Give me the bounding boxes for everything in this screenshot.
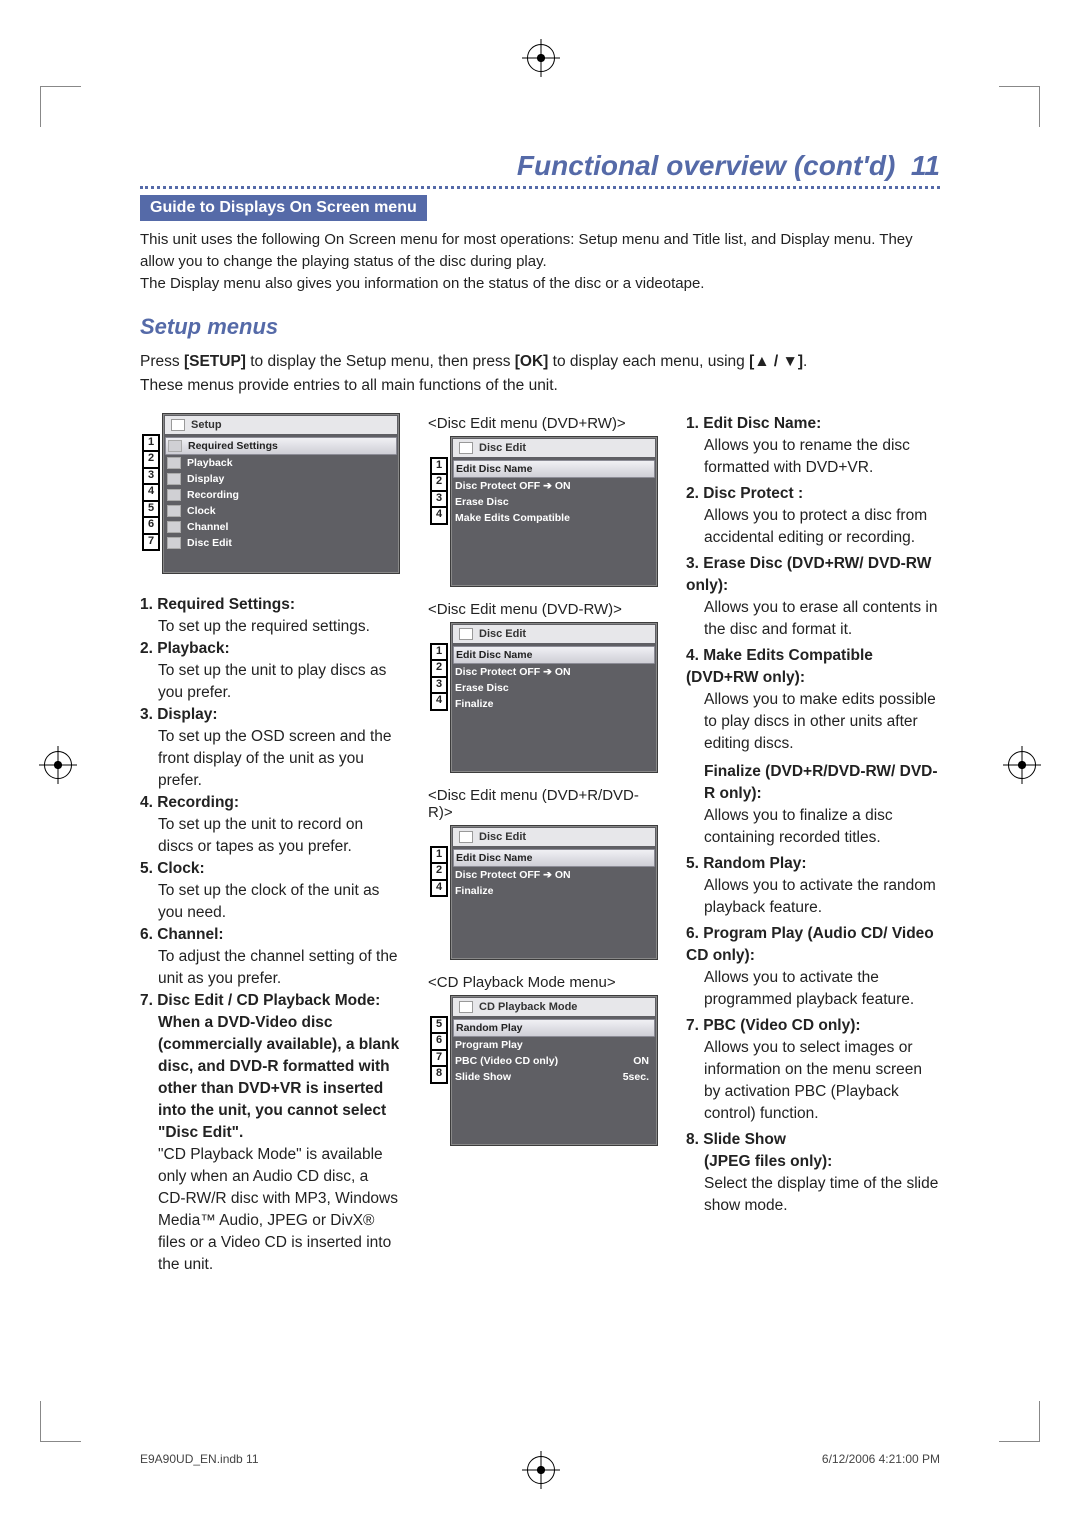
menu-item: Recording [165, 487, 397, 503]
description-item: 7. PBC (Video CD only):Allows you to sel… [686, 1015, 940, 1125]
menu-item: Playback [165, 455, 397, 471]
menu-item: Erase Disc [453, 680, 655, 696]
required-settings-icon [168, 440, 182, 452]
disc-icon [459, 442, 473, 454]
right-descriptions: 1. Edit Disc Name:Allows you to rename t… [686, 413, 940, 1276]
crop-mark [40, 1401, 81, 1442]
footer-date: 6/12/2006 4:21:00 PM [822, 1452, 940, 1466]
page-content: Functional overview (cont'd) 11 Guide to… [140, 150, 940, 1388]
menu-item: Clock [165, 503, 397, 519]
description-item: 5. Random Play:Allows you to activate th… [686, 853, 940, 919]
menu-item: Erase Disc [453, 494, 655, 510]
menu-title: Disc Edit [479, 628, 526, 640]
menu-item: Program Play [453, 1037, 655, 1053]
side-numbers: 1234 [430, 643, 448, 711]
menu-title: Disc Edit [479, 831, 526, 843]
setup-descriptions: 1. Required Settings: To set up the requ… [140, 594, 400, 1276]
menu-item: Channel [165, 519, 397, 535]
disc-edit-panel: Disc Edit Edit Disc NameDisc Protect OFF … [450, 436, 658, 587]
disc-edit-panel: CD Playback Mode Random PlayProgram PlayP… [450, 995, 658, 1146]
registration-mark-icon [527, 1456, 555, 1484]
divider [140, 186, 940, 189]
channel-icon [167, 521, 181, 533]
description-item: 1. Edit Disc Name:Allows you to rename t… [686, 413, 940, 479]
panel-caption: <Disc Edit menu (DVD+RW)> [428, 415, 658, 432]
playback-icon [167, 457, 181, 469]
menu-item: Make Edits Compatible [453, 510, 655, 526]
registration-mark-icon [1008, 751, 1036, 779]
description-item: 3. Erase Disc (DVD+RW/ DVD-RW only):Allo… [686, 553, 940, 641]
crop-mark [999, 86, 1040, 127]
registration-mark-icon [44, 751, 72, 779]
menu-item: Finalize [453, 696, 655, 712]
menu-title: CD Playback Mode [479, 1001, 577, 1013]
page-title: Functional overview (cont'd) [517, 150, 895, 181]
side-numbers: 124 [430, 846, 448, 898]
description-item: 8. Slide Show(JPEG files only):Select th… [686, 1129, 940, 1217]
menu-item: Disc Protect OFF ➔ ON [453, 664, 655, 680]
setup-menus-heading: Setup menus [140, 314, 940, 340]
left-column: 1234567 Setup Required Settings Playback… [140, 413, 400, 1276]
footer-file: E9A90UD_EN.indb 11 [140, 1452, 259, 1466]
disc-edit-panel: Disc Edit Edit Disc NameDisc Protect OFF … [450, 825, 658, 960]
section-banner: Guide to Displays On Screen menu [140, 195, 427, 221]
setup-side-numbers: 1234567 [142, 434, 160, 552]
page-number: 11 [911, 150, 940, 181]
side-numbers: 1234 [430, 457, 448, 525]
disc-icon [459, 628, 473, 640]
instructions: Press [SETUP] to display the Setup menu,… [140, 350, 940, 397]
panel-caption: <Disc Edit menu (DVD+R/DVD-R)> [428, 787, 658, 821]
side-numbers: 5678 [430, 1016, 448, 1084]
description-item: 2. Disc Protect :Allows you to protect a… [686, 483, 940, 549]
clock-icon [167, 505, 181, 517]
menu-item: Edit Disc Name [453, 646, 655, 664]
recording-icon [167, 489, 181, 501]
disc-edit-icon [167, 537, 181, 549]
menu-item: Slide Show5sec. [453, 1069, 655, 1085]
panel-caption: <Disc Edit menu (DVD-RW)> [428, 601, 658, 618]
disc-edit-panel: Disc Edit Edit Disc NameDisc Protect OFF … [450, 622, 658, 773]
crop-mark [999, 1401, 1040, 1442]
menu-item: Edit Disc Name [453, 849, 655, 867]
setup-menu-panel: Setup Required Settings Playback Display… [162, 413, 400, 574]
center-column: <Disc Edit menu (DVD+RW)> 1234 Disc Edit Ed… [428, 413, 658, 1276]
menu-item: Finalize [453, 883, 655, 899]
intro-text: This unit uses the following On Screen m… [140, 229, 940, 294]
menu-item: Disc Protect OFF ➔ ON [453, 478, 655, 494]
menu-title: Setup [191, 419, 222, 431]
disc-icon [459, 1001, 473, 1013]
menu-item: Edit Disc Name [453, 460, 655, 478]
crop-mark [40, 86, 81, 127]
panel-caption: <CD Playback Mode menu> [428, 974, 658, 991]
menu-title: Disc Edit [479, 442, 526, 454]
menu-item: PBC (Video CD only)ON [453, 1053, 655, 1069]
menu-item: Disc Protect OFF ➔ ON [453, 867, 655, 883]
description-item: 4. Make Edits Compatible (DVD+RW only):A… [686, 645, 940, 849]
disc-icon [459, 831, 473, 843]
menu-item: Random Play [453, 1019, 655, 1037]
menu-item: Disc Edit [165, 535, 397, 551]
menu-item: Required Settings [165, 437, 397, 455]
display-icon [167, 473, 181, 485]
description-item: 6. Program Play (Audio CD/ Video CD only… [686, 923, 940, 1011]
menu-item: Display [165, 471, 397, 487]
setup-icon [171, 419, 185, 431]
registration-mark-icon [527, 44, 555, 72]
